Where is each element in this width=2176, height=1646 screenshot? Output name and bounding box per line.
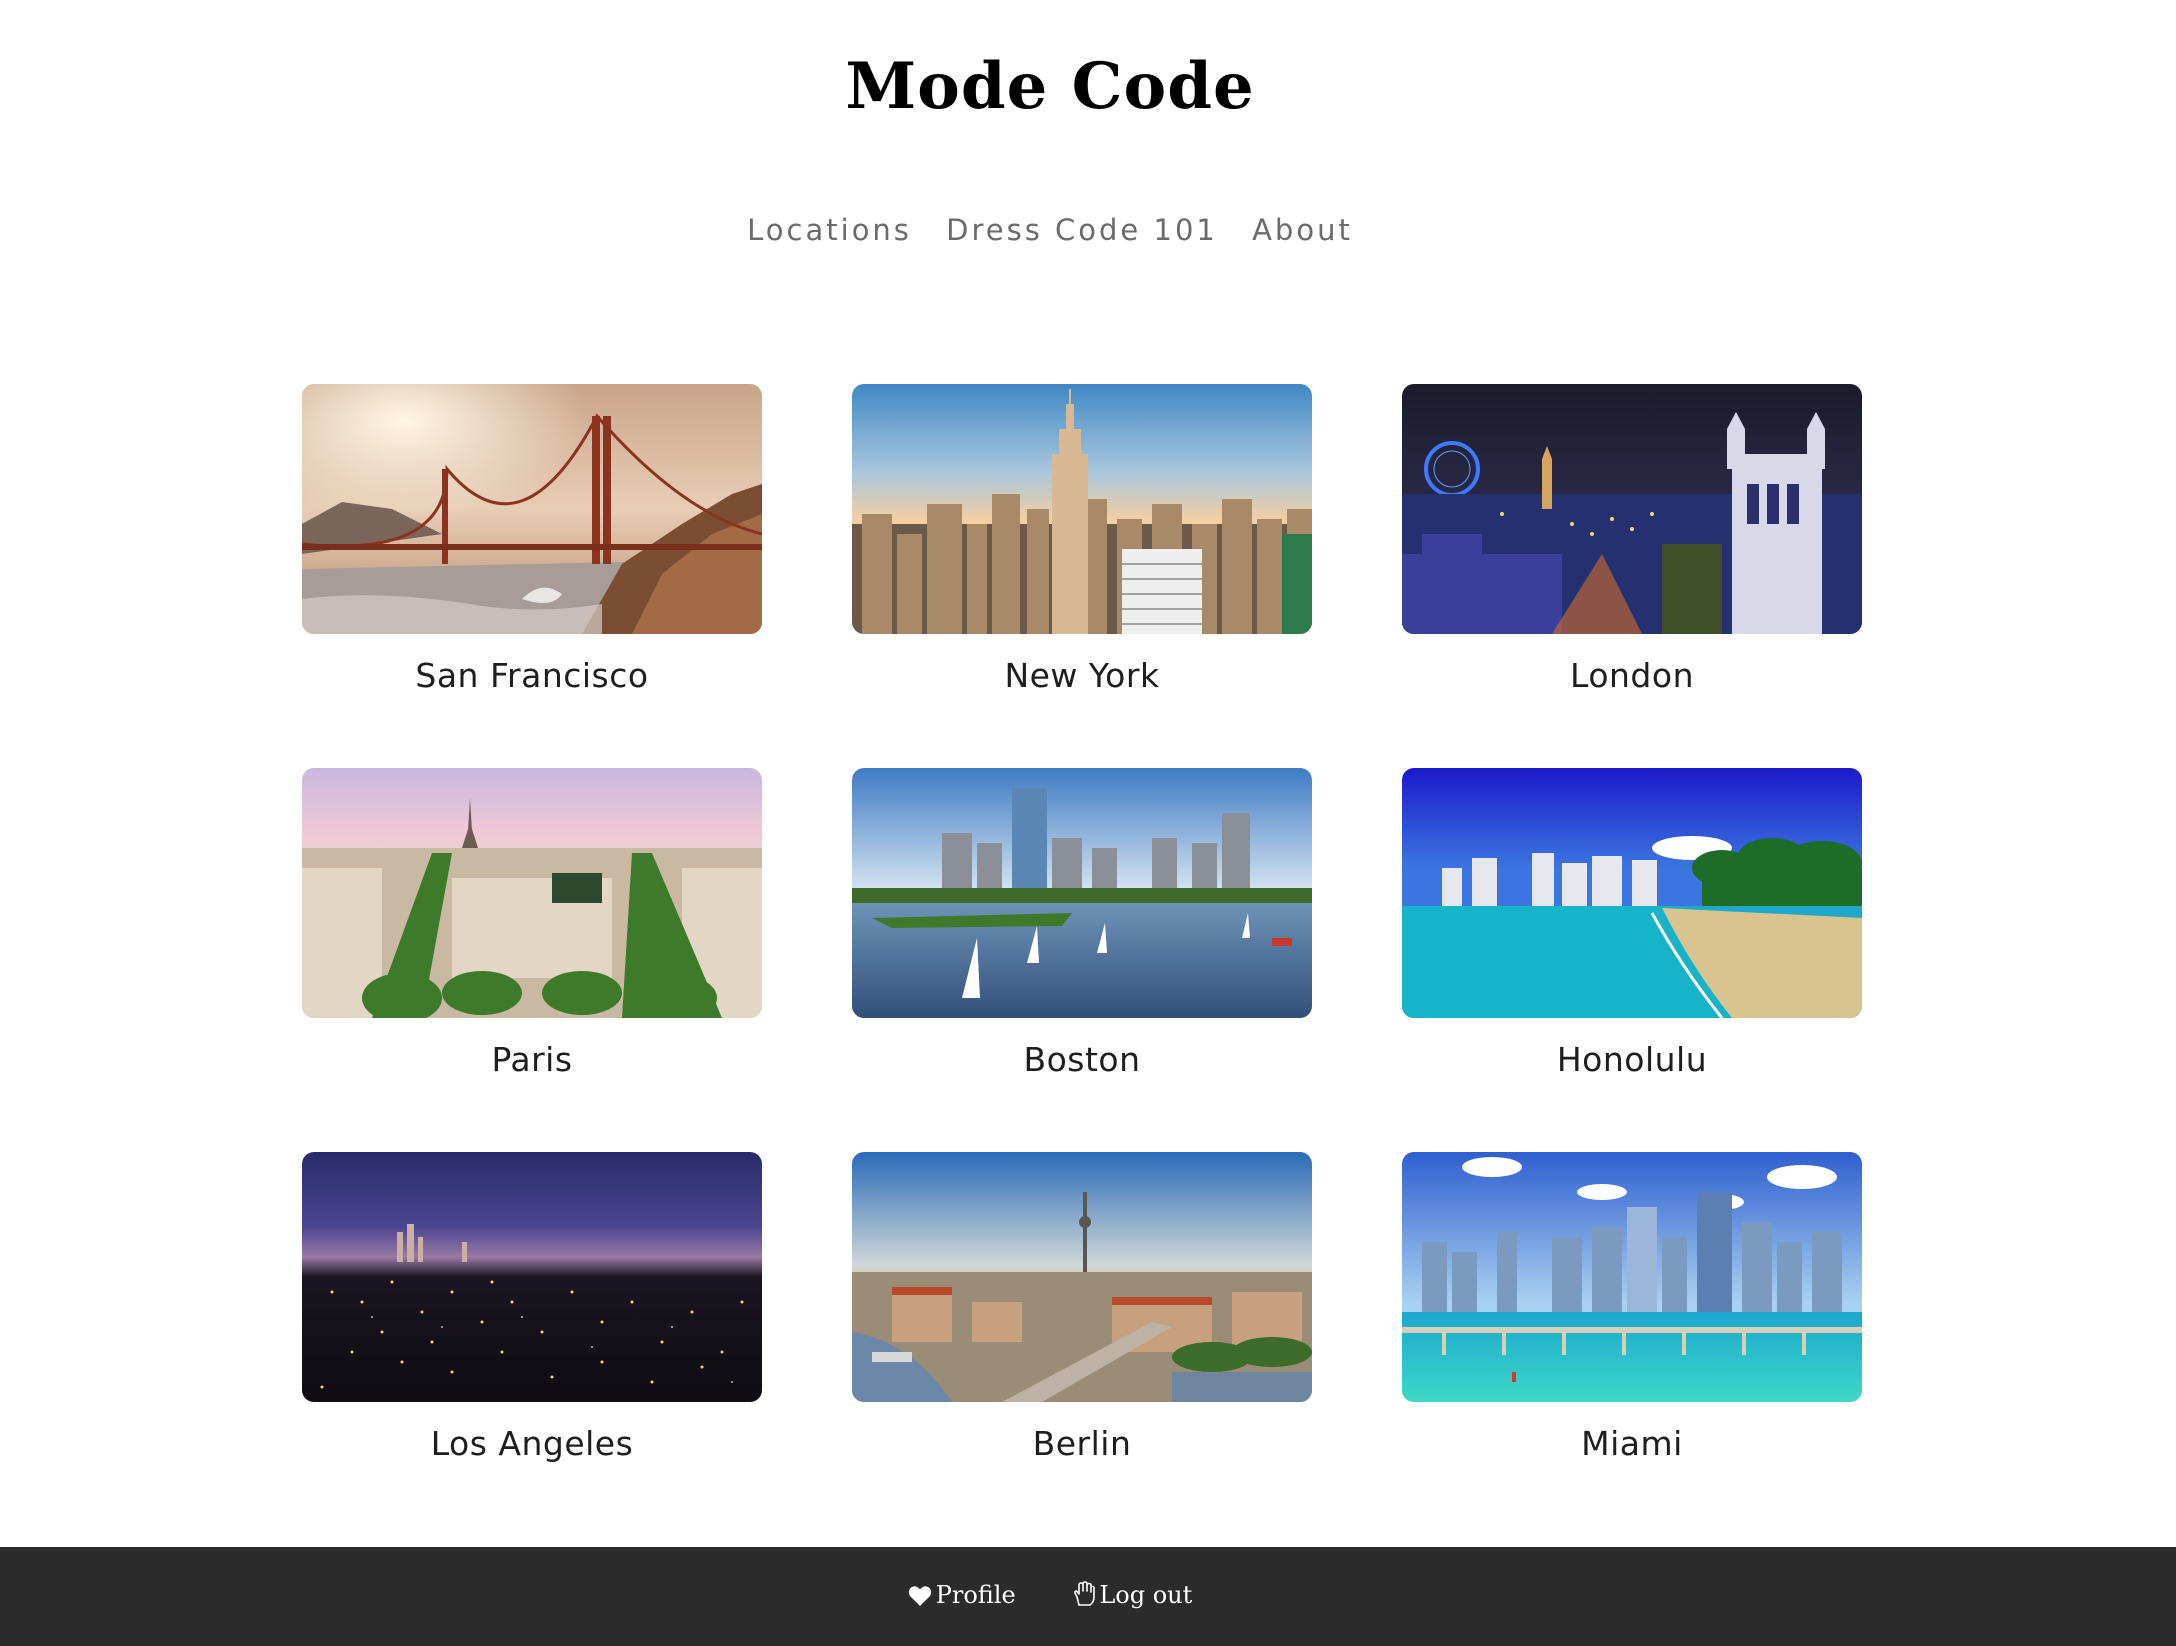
location-image[interactable] [852,1152,1312,1402]
logout-label: Log out [1099,1581,1193,1609]
location-image[interactable] [852,384,1312,634]
nav-item-locations[interactable]: Locations [747,208,912,252]
location-label[interactable]: Miami [1402,1422,1862,1466]
location-card-honolulu[interactable]: Honolulu [1402,768,1862,1082]
location-label[interactable]: Paris [302,1038,762,1082]
location-label[interactable]: Honolulu [1402,1038,1862,1082]
location-label[interactable]: Berlin [852,1422,1312,1466]
location-image[interactable] [302,1152,762,1402]
profile-label: Profile [935,1581,1016,1609]
location-image[interactable] [852,768,1312,1018]
location-label[interactable]: San Francisco [302,654,762,698]
location-card-los-angeles[interactable]: Los Angeles [302,1152,762,1466]
location-label[interactable]: Los Angeles [302,1422,762,1466]
location-card-berlin[interactable]: Berlin [852,1152,1312,1466]
nav-item-about[interactable]: About [1252,208,1353,252]
profile-link[interactable]: Profile [908,1577,1016,1617]
site-title: Mode Code [845,49,1255,124]
location-card-paris[interactable]: Paris [302,768,762,1082]
location-image[interactable] [302,384,762,634]
location-image[interactable] [302,768,762,1018]
location-card-london[interactable]: London [1402,384,1862,698]
location-card-miami[interactable]: Miami [1402,1152,1862,1466]
location-card-boston[interactable]: Boston [852,768,1312,1082]
main-nav: Locations Dress Code 101 About [0,208,2100,252]
location-image[interactable] [1402,1152,1862,1402]
footer: Profile Log out [0,1547,2176,1646]
hand-icon [1073,1581,1096,1617]
location-card-new-york[interactable]: New York [852,384,1312,698]
location-card-san-francisco[interactable]: San Francisco [302,384,762,698]
location-image[interactable] [1402,384,1862,634]
heart-icon [908,1581,932,1617]
location-label[interactable]: London [1402,654,1862,698]
location-image[interactable] [1402,768,1862,1018]
logout-link[interactable]: Log out [1073,1577,1192,1617]
location-label[interactable]: Boston [852,1038,1312,1082]
location-label[interactable]: New York [852,654,1312,698]
nav-item-dress-code[interactable]: Dress Code 101 [946,208,1218,252]
